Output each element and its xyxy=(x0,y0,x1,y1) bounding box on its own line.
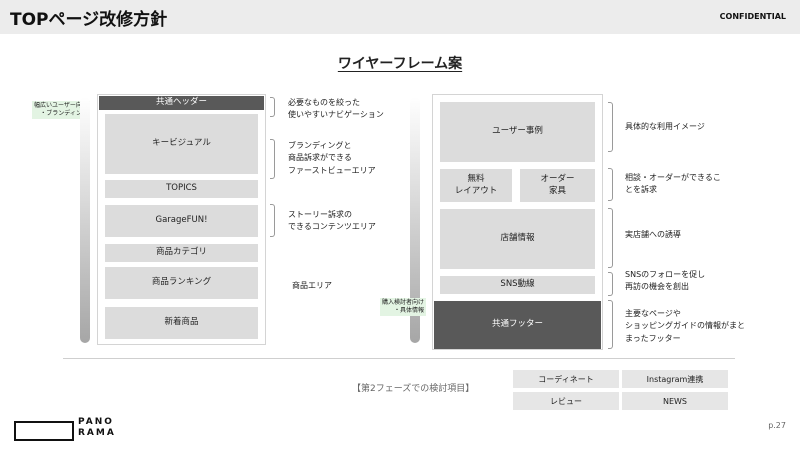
page-title: TOPページ改修方針 xyxy=(10,10,168,30)
desc-store-visit: 実店舗への誘導 xyxy=(625,230,681,239)
phase2-label: 【第2フェーズでの検討項目】 xyxy=(352,384,475,394)
block-custom-furniture: オーダー 家具 xyxy=(520,169,595,202)
block-key-visual: キービジュアル xyxy=(105,114,258,174)
wireframe-left: 共通ヘッダー キービジュアル TOPICS GarageFUN! 商品カテゴリ … xyxy=(97,94,266,345)
brace-right-4 xyxy=(608,272,613,296)
block-sns-link: SNS動線 xyxy=(440,276,595,294)
confidential-label: CONFIDENTIAL xyxy=(719,12,786,21)
logo-wordmark: PANO RAMA xyxy=(78,417,116,439)
block-topics: TOPICS xyxy=(105,180,258,198)
audience-tag-right: 購入検討者向け ・具体情報 xyxy=(380,298,427,316)
brace-right-5 xyxy=(608,300,613,349)
block-garagefun: GarageFUN! xyxy=(105,205,258,237)
brace-right-3 xyxy=(608,208,613,268)
desc-content-area: ストーリー訴求の できるコンテンツエリア xyxy=(288,210,376,232)
chip-review: レビュー xyxy=(513,392,619,410)
wireframe-title: ワイヤーフレーム案 xyxy=(337,56,463,72)
desc-footer: 主要なページや ショッピングガイドの情報がまと まったフッター xyxy=(625,309,745,343)
chip-coordinate: コーディネート xyxy=(513,370,619,388)
desc-navigation: 必要なものを絞った 使いやすいナビゲーション xyxy=(288,98,384,120)
brace-right-2 xyxy=(608,168,613,201)
block-product-ranking: 商品ランキング xyxy=(105,267,258,299)
desc-usage-image: 具体的な利用イメージ xyxy=(625,122,705,131)
desc-first-view: ブランディングと 商品訴求ができる ファーストビューエリア xyxy=(288,141,376,175)
desc-sns-follow: SNSのフォローを促し 再訪の機会を創出 xyxy=(625,270,706,292)
desc-consultation: 相談・オーダーができるこ とを訴求 xyxy=(625,173,721,195)
brace-left-3 xyxy=(270,204,275,237)
desc-product-area: 商品エリア xyxy=(292,281,332,290)
block-product-category: 商品カテゴリ xyxy=(105,244,258,262)
section-divider xyxy=(63,358,735,359)
block-common-header: 共通ヘッダー xyxy=(99,96,264,110)
gradient-bar-left xyxy=(80,97,90,343)
block-new-products: 新着商品 xyxy=(105,307,258,339)
brace-left-1 xyxy=(270,97,275,117)
block-free-layout: 無料 レイアウト xyxy=(440,169,512,202)
block-user-cases: ユーザー事例 xyxy=(440,102,595,162)
brace-right-1 xyxy=(608,102,613,152)
page-number: p.27 xyxy=(768,421,786,430)
block-store-info: 店舗情報 xyxy=(440,209,595,269)
block-common-footer: 共通フッター xyxy=(434,301,601,349)
logo-mark xyxy=(14,421,74,441)
chip-news: NEWS xyxy=(622,392,728,410)
chip-instagram: Instagram連携 xyxy=(622,370,728,388)
brace-left-2 xyxy=(270,139,275,179)
wireframe-right: ユーザー事例 無料 レイアウト オーダー 家具 店舗情報 SNS動線 共通フッタ… xyxy=(432,94,603,350)
